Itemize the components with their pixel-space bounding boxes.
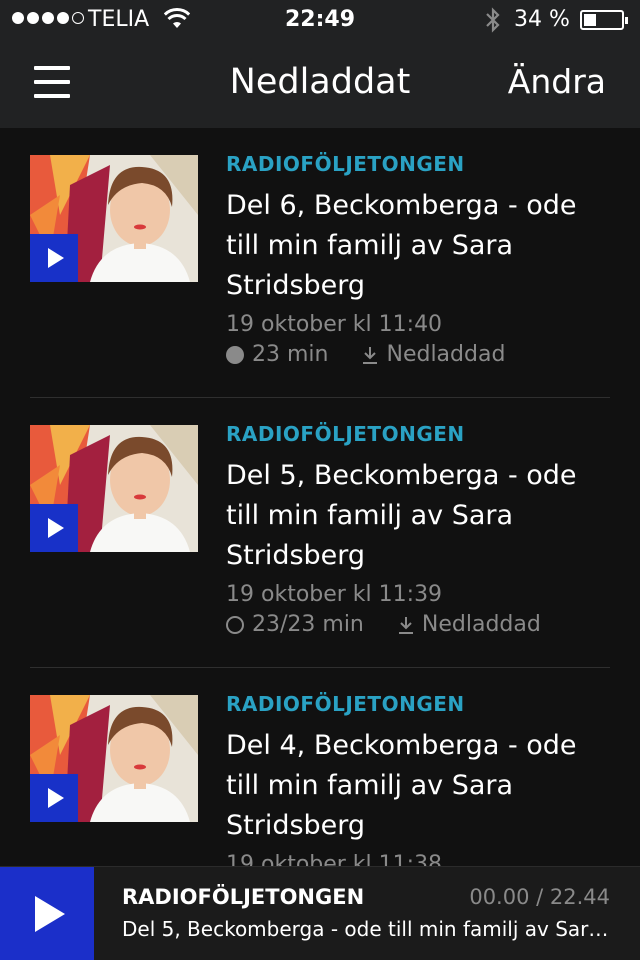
status-bar: TELIA 22:49 34 % <box>0 0 640 40</box>
mini-player[interactable]: RADIOFÖLJETONGEN 00.00 / 22.44 Del 5, Be… <box>0 866 640 960</box>
episode-date: 19 oktober kl 11:38 <box>226 852 443 866</box>
download-status-label: Nedladdad <box>386 342 506 367</box>
filled-circle-icon <box>226 345 244 364</box>
list-item[interactable]: RADIOFÖLJETONGEN Del 5, Beckomberga - od… <box>0 398 640 668</box>
list-item[interactable]: RADIOFÖLJETONGEN Del 6, Beckomberga - od… <box>0 128 640 398</box>
player-program-name: RADIOFÖLJETONGEN <box>122 885 365 909</box>
episode-title[interactable]: Del 4, Beckomberga - ode till min familj… <box>226 726 606 846</box>
episode-list[interactable]: RADIOFÖLJETONGEN Del 6, Beckomberga - od… <box>0 128 640 866</box>
bluetooth-icon <box>484 6 502 40</box>
episode-duration: 23 min <box>252 342 329 367</box>
navigation-bar: Nedladdat Ändra <box>0 40 640 128</box>
episode-date: 19 oktober kl 11:39 <box>226 582 443 607</box>
player-episode-title: Del 5, Beckomberga - ode till min familj… <box>122 917 609 941</box>
episode-date: 19 oktober kl 11:40 <box>226 312 443 337</box>
program-name: RADIOFÖLJETONGEN <box>226 692 465 716</box>
episode-duration: 23/23 min <box>252 612 364 637</box>
download-icon <box>398 616 413 634</box>
edit-button[interactable]: Ändra <box>508 62 606 101</box>
episode-meta: 23/23 min Nedladdad <box>226 612 541 637</box>
play-icon <box>35 896 65 932</box>
program-name: RADIOFÖLJETONGEN <box>226 152 465 176</box>
play-icon[interactable] <box>30 234 78 282</box>
player-time: 00.00 / 22.44 <box>469 885 610 909</box>
episode-title[interactable]: Del 6, Beckomberga - ode till min familj… <box>226 186 606 306</box>
play-icon[interactable] <box>30 504 78 552</box>
episode-title[interactable]: Del 5, Beckomberga - ode till min familj… <box>226 456 606 576</box>
download-status: Nedladdad <box>398 612 541 637</box>
episode-thumbnail[interactable] <box>30 695 198 822</box>
player-play-button[interactable] <box>0 867 94 960</box>
battery-icon <box>580 10 628 30</box>
ring-circle-icon <box>226 615 244 634</box>
battery-percentage: 34 % <box>514 7 570 32</box>
episode-meta: 23 min Nedladdad <box>226 342 505 367</box>
program-name: RADIOFÖLJETONGEN <box>226 422 465 446</box>
download-icon <box>363 346 378 364</box>
episode-thumbnail[interactable] <box>30 155 198 282</box>
download-status-label: Nedladdad <box>421 612 541 637</box>
play-icon[interactable] <box>30 774 78 822</box>
list-item[interactable]: RADIOFÖLJETONGEN Del 4, Beckomberga - od… <box>0 668 640 866</box>
download-status: Nedladdad <box>362 342 505 367</box>
episode-thumbnail[interactable] <box>30 425 198 552</box>
